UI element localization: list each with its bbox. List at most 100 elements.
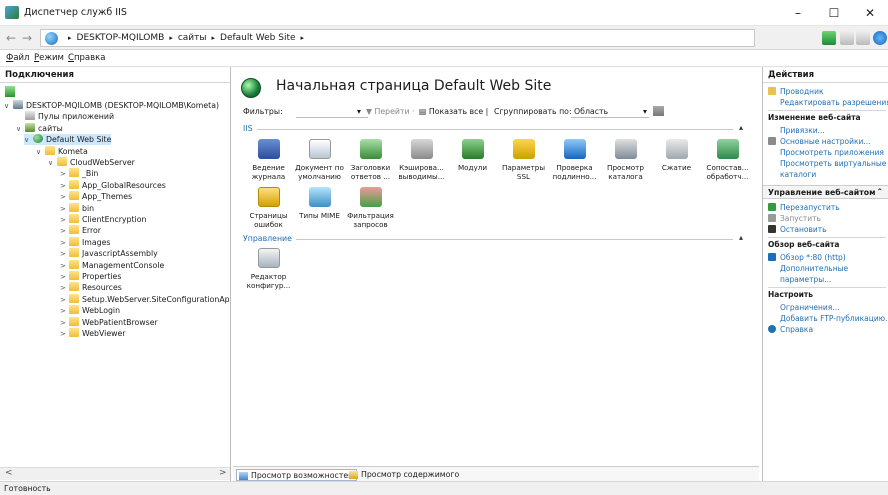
action-link[interactable]: Проводник — [768, 87, 824, 97]
expand-chevron-icon[interactable]: ∨ — [16, 124, 25, 135]
actions-group-manage-site[interactable]: Управление веб-сайтом ⌃ — [763, 185, 888, 199]
tab-content-view[interactable]: Просмотр содержимого — [347, 469, 462, 481]
action-link[interactable]: Обзор *:80 (http) — [768, 253, 846, 263]
action-link[interactable]: Перезапустить — [768, 203, 840, 213]
tree-node-folder[interactable]: > WebViewer — [60, 328, 126, 339]
action-link[interactable]: Дополнительные — [768, 264, 848, 274]
feature-cache[interactable]: Кэширова... выводимы... — [394, 139, 449, 181]
group-dropdown-icon[interactable]: ▾ — [643, 107, 647, 116]
tree-node-sites[interactable]: ∨ сайты — [16, 122, 63, 135]
expand-chevron-icon[interactable]: > — [60, 306, 69, 317]
connect-icon[interactable] — [822, 31, 836, 45]
expand-chevron-icon[interactable]: > — [60, 192, 69, 203]
menu-help[interactable]: Справка — [68, 53, 105, 63]
section-iis[interactable]: IIS ▴ — [243, 123, 749, 134]
collapse-icon[interactable]: ▴ — [739, 233, 743, 242]
tree-node-folder[interactable]: > Resources — [60, 282, 122, 293]
go-button[interactable]: ▼ Перейти · — [366, 107, 415, 116]
feature-auth[interactable]: Проверка подлинно... — [547, 139, 602, 181]
feature-dir[interactable]: Просмотр каталога — [598, 139, 653, 181]
tree-node-cloudwebserver[interactable]: ∨ CloudWebServer — [48, 157, 135, 168]
menu-file[interactable]: Файл — [6, 53, 30, 63]
tree-node-folder[interactable]: > ClientEncryption — [60, 214, 146, 225]
feature-log[interactable]: Ведение журнала — [241, 139, 296, 181]
expand-chevron-icon[interactable]: ∨ — [48, 158, 57, 169]
show-all-button[interactable]: ▤ Показать все | — [419, 107, 488, 116]
expand-chevron-icon[interactable]: > — [60, 226, 69, 237]
expand-chevron-icon[interactable]: > — [60, 295, 69, 306]
expand-chevron-icon[interactable]: > — [60, 204, 69, 215]
breadcrumb-sites[interactable]: сайты — [178, 33, 207, 43]
feature-zip[interactable]: Сжатие — [649, 139, 704, 172]
expand-chevron-icon[interactable]: > — [60, 249, 69, 260]
close-button[interactable]: ✕ — [852, 0, 888, 26]
feature-hdr[interactable]: Заголовки ответов ... — [343, 139, 398, 181]
breadcrumb-server[interactable]: DESKTOP-MQILOMB — [77, 33, 165, 43]
minimize-button[interactable]: – — [780, 0, 816, 26]
horizontal-scrollbar[interactable]: < > — [0, 467, 230, 480]
feature-map[interactable]: Сопостав... обработч... — [700, 139, 755, 181]
tree-node-folder[interactable]: > Setup.WebServer.SiteConfigurationAp — [60, 293, 230, 306]
action-link[interactable]: каталоги — [768, 170, 816, 180]
feature-cfg[interactable]: Редактор конфигур... — [241, 248, 296, 290]
tree-node-folder[interactable]: > WebLogin — [60, 305, 120, 316]
tree-node-folder[interactable]: > App_GlobalResources — [60, 179, 166, 192]
action-link[interactable]: Добавить FTP-публикацию... — [768, 314, 888, 324]
tree-node-app-pools[interactable]: Пулы приложений — [16, 111, 114, 122]
back-arrow-icon[interactable]: ← — [6, 31, 16, 45]
expand-chevron-icon[interactable]: > — [60, 215, 69, 226]
feature-err[interactable]: Страницы ошибок — [241, 187, 296, 229]
action-link[interactable]: Редактировать разрешения... — [768, 98, 888, 108]
forward-arrow-icon[interactable]: → — [22, 31, 32, 45]
maximize-button[interactable]: ☐ — [816, 0, 852, 26]
feature-ssl[interactable]: Параметры SSL — [496, 139, 551, 181]
group-collapse-icon[interactable]: ⌃ — [876, 187, 883, 196]
address-bar[interactable]: ▸ DESKTOP-MQILOMB ▸ сайты ▸ Default Web Site ▸ — [40, 29, 755, 47]
action-link[interactable]: Основные настройки... — [768, 137, 871, 147]
home-icon[interactable] — [856, 31, 870, 45]
feature-doc[interactable]: Документ по умолчанию — [292, 139, 347, 181]
action-link[interactable]: Просмотреть приложения — [768, 148, 884, 158]
tree-node-folder[interactable]: > bin — [60, 202, 94, 215]
stop-icon[interactable] — [840, 31, 854, 45]
expand-chevron-icon[interactable]: ∨ — [24, 135, 33, 146]
action-link[interactable]: Справка — [768, 325, 813, 335]
tree-node-folder[interactable]: > Images — [60, 236, 110, 249]
tree-node-default-web-site[interactable]: ∨ Default Web Site — [24, 134, 112, 146]
action-link[interactable]: Ограничения... — [768, 303, 839, 313]
help-icon[interactable] — [873, 31, 887, 45]
action-link[interactable]: Привязки... — [768, 126, 825, 136]
add-connection-icon[interactable] — [5, 86, 15, 97]
expand-chevron-icon[interactable]: > — [60, 238, 69, 249]
expand-chevron-icon[interactable]: > — [60, 329, 69, 340]
tree-node-folder[interactable]: > ManagementConsole — [60, 259, 164, 272]
expand-chevron-icon[interactable]: > — [60, 283, 69, 294]
feature-filter[interactable]: Фильтрация запросов — [343, 187, 398, 229]
feature-mod[interactable]: Модули — [445, 139, 500, 172]
menu-view[interactable]: Режим — [34, 53, 64, 63]
expand-chevron-icon[interactable]: > — [60, 272, 69, 283]
expand-chevron-icon[interactable]: > — [60, 169, 69, 180]
section-management[interactable]: Управление ▴ — [243, 233, 749, 244]
tree-node-folder[interactable]: > JavascriptAssembly — [60, 248, 158, 259]
action-link[interactable]: параметры... — [768, 275, 831, 285]
expand-chevron-icon[interactable]: > — [60, 261, 69, 272]
tree-node-folder[interactable]: > Error — [60, 225, 101, 236]
scroll-right-icon[interactable]: > — [219, 468, 227, 478]
tree-node-kometa[interactable]: ∨ Kometa — [36, 145, 88, 158]
expand-chevron-icon[interactable]: ∨ — [36, 147, 45, 158]
expand-chevron-icon[interactable]: > — [60, 181, 69, 192]
action-link[interactable]: Остановить — [768, 225, 827, 235]
tree-node-folder[interactable]: > _Bin — [60, 168, 98, 179]
tab-features-view[interactable]: Просмотр возможностей — [236, 469, 358, 481]
tree-node-server[interactable]: ∨ DESKTOP-MQILOMB (DESKTOP-MQILOMB\Kometa… — [4, 100, 219, 111]
tree-node-folder[interactable]: > App_Themes — [60, 191, 132, 202]
scroll-left-icon[interactable]: < — [5, 468, 13, 478]
expand-chevron-icon[interactable]: > — [60, 318, 69, 329]
action-link[interactable]: Просмотреть виртуальные — [768, 159, 886, 169]
tree-node-folder[interactable]: > WebPatientBrowser — [60, 316, 158, 329]
breadcrumb-site[interactable]: Default Web Site — [220, 33, 296, 43]
view-mode-icon[interactable] — [653, 106, 664, 116]
expand-chevron-icon[interactable]: ∨ — [4, 101, 13, 112]
filter-dropdown-icon[interactable]: ▾ — [357, 107, 361, 116]
